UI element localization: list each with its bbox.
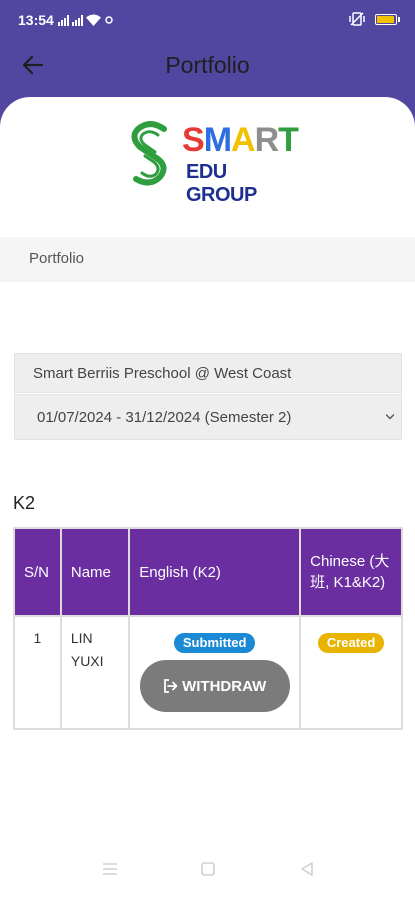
logo-tagline: EDU GROUP [186,161,257,206]
breadcrumb-label: Portfolio [29,250,85,267]
status-bar: 13:54 [0,0,415,40]
signal-icon [72,14,83,26]
chevron-down-icon [385,414,395,420]
square-icon[interactable] [198,860,218,878]
wifi-icon [86,14,101,26]
table-header-row: S/N Name English (K2) Chinese (大班, K1&K2… [13,527,403,617]
row-chinese-cell: Created [299,615,403,730]
menu-icon[interactable] [100,860,120,878]
notification-icon [105,16,113,24]
vibrate-icon [349,12,365,26]
column-header-english: English (K2) [128,527,302,617]
logo-letter: T [278,121,299,159]
status-signal-group [58,12,114,26]
row-student-name: LIN YUXI [59,615,131,730]
battery-icon [375,13,400,25]
status-system-group [349,12,400,26]
class-label: K2 [13,493,36,513]
smart-edu-group-logo: SMART EDU GROUP [128,121,299,206]
withdraw-button-label: WITHDRAW [182,677,267,695]
column-header-name: Name [59,527,131,617]
logo-s-mark [131,121,167,186]
status-badge-submitted: Submitted [173,633,256,653]
page-title: Portfolio [165,52,250,78]
logo-brand-text: SMART [182,121,299,160]
logout-icon [164,679,178,693]
logo-letter: S [182,121,205,159]
row-sn: 1 [13,615,62,730]
signal-icon [58,14,69,26]
school-value: Smart Berriis Preschool @ West Coast [33,365,292,382]
column-header-sn: S/N [13,527,62,617]
table-row: 1 LIN YUXI Submitted WITHDRAW Created [13,615,403,730]
system-nav-bar [0,840,415,900]
withdraw-button[interactable]: WITHDRAW [139,660,290,712]
period-value: 01/07/2024 - 31/12/2024 (Semester 2) [37,409,292,426]
period-select[interactable]: 01/07/2024 - 31/12/2024 (Semester 2) [14,394,402,440]
triangle-back-icon[interactable] [297,860,317,878]
logo-letter: M [203,121,232,159]
breadcrumb: Portfolio [0,237,415,282]
portfolio-table: S/N Name English (K2) Chinese (大班, K1&K2… [13,527,403,730]
content-card: SMART EDU GROUP Portfolio Smart Berriis … [0,97,415,900]
school-field[interactable]: Smart Berriis Preschool @ West Coast [14,353,402,393]
status-time: 13:54 [18,12,54,28]
logo-letter: A [231,121,256,159]
row-english-cell: Submitted WITHDRAW [128,615,302,730]
logo-letter: R [254,121,280,159]
status-badge-created: Created [317,633,385,653]
column-header-chinese: Chinese (大班, K1&K2) [299,527,403,617]
